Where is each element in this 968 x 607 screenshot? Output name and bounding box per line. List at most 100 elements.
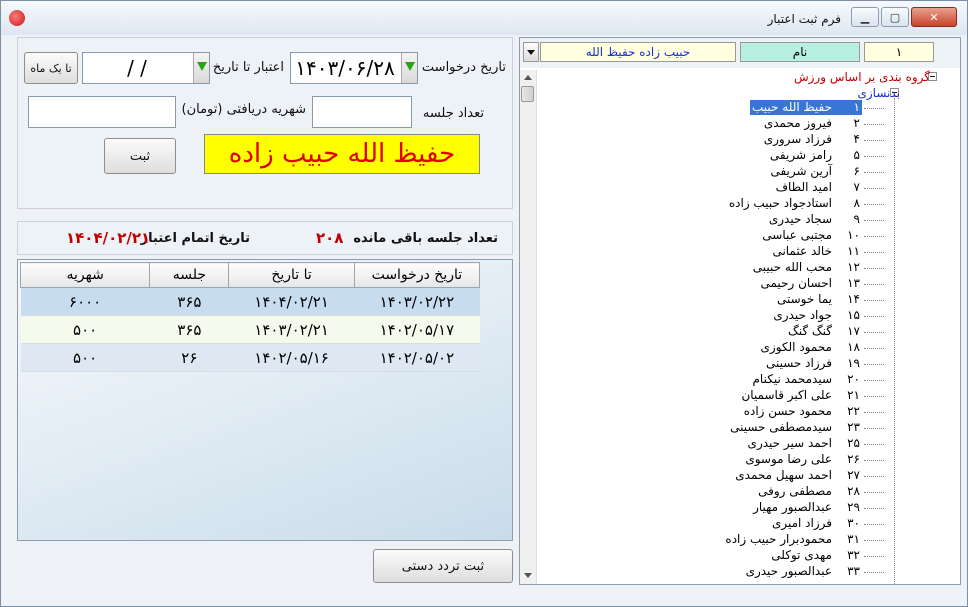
member-name: علی رضا موسوی (745, 452, 832, 466)
member-name: آرین شریفی (770, 164, 832, 178)
member-lookup-bar: حبیب زاده حفیظ الله نام ۱ (520, 38, 960, 68)
tree-member-item[interactable]: ۶ آرین شریفی (560, 164, 884, 180)
member-number: ۹ (853, 212, 860, 226)
tuition-label: شهریه دریافتی (تومان) (181, 102, 306, 117)
member-combo-dropdown-icon[interactable] (523, 42, 539, 62)
column-header-until-date[interactable]: تا تاریخ (228, 262, 355, 288)
tree-member-item[interactable]: ۱۵ جواد حیدری (560, 308, 884, 324)
tree-member-item[interactable]: ۱۱ خالد عثمانی (560, 244, 884, 260)
column-header-tuition[interactable]: شهریه (19, 262, 151, 288)
tree-member-item[interactable]: ۲۹ عبدالصبور مهیار (560, 500, 884, 516)
credit-history-grid: شهریه جلسه تا تاریخ تاریخ درخواست ۶۰۰۰ ۳… (17, 259, 513, 541)
tree-member-item[interactable]: ۲۲ محمود حسن زاده (560, 404, 884, 420)
tree-connector-dots (864, 268, 884, 269)
close-button[interactable]: ✕ (911, 7, 957, 27)
tree-connector-dots (864, 556, 884, 557)
tree-member-item[interactable]: ۲۰ سیدمحمد نیکنام (560, 372, 884, 388)
tree-member-item[interactable]: ۳۰ فرزاد امیری (560, 516, 884, 532)
member-number: ۲۶ (847, 452, 860, 466)
maximize-button[interactable]: ▢ (881, 7, 909, 27)
tree-member-item[interactable]: ۲۱ علی اکبر قاسمیان (560, 388, 884, 404)
tree-member-item[interactable]: ۳۲ مهدی توکلی (560, 548, 884, 564)
member-number: ۱۷ (847, 324, 860, 338)
tree-connector-dots (864, 316, 884, 317)
tree-member-item[interactable]: ۲۶ علی رضا موسوی (560, 452, 884, 468)
member-number: ۳۱ (847, 532, 860, 546)
member-number: ۲۲ (847, 404, 860, 418)
tree-connector-dots (864, 364, 884, 365)
table-row[interactable]: ۵۰۰ ۳۶۵ ۱۴۰۳/۰۲/۲۱ ۱۴۰۲/۰۵/۱۷ (20, 315, 480, 344)
scroll-up-icon[interactable] (520, 70, 536, 86)
tree-member-item[interactable]: ۹ سجاد حیدری (560, 212, 884, 228)
tree-vertical-scrollbar[interactable] (520, 70, 537, 584)
member-number: ۱۵ (847, 308, 860, 322)
member-number: ۲۸ (847, 484, 860, 498)
manual-attendance-button[interactable]: ثبت تردد دستی (373, 549, 513, 583)
table-cell: ۵۰۰ (20, 343, 150, 372)
member-name: فرزاد امیری (771, 516, 832, 530)
member-number: ۸ (853, 196, 860, 210)
submit-button[interactable]: ثبت (104, 138, 176, 174)
tree-member-item[interactable]: ۱۳ احسان رحیمی (560, 276, 884, 292)
request-date-dropdown-icon[interactable] (401, 53, 417, 83)
tree-connector-dots (864, 444, 884, 445)
table-cell: ۱۴۰۲/۰۵/۰۲ (354, 343, 480, 372)
request-date-picker[interactable]: ۱۴۰۳/۰۶/۲۸ (290, 52, 418, 84)
member-number: ۳۳ (847, 564, 860, 578)
one-month-button[interactable]: تا یک ماه (24, 52, 78, 84)
member-id-field[interactable]: ۱ (864, 42, 934, 62)
tuition-input[interactable] (28, 96, 176, 128)
tree-member-item[interactable]: ۴ فرزاد سروری (560, 132, 884, 148)
tree-member-item[interactable]: ۳۳ عبدالصبور حیدری (560, 564, 884, 580)
tree-connector-dots (864, 300, 884, 301)
tree-member-item[interactable]: ۲۸ مصطفی روفی (560, 484, 884, 500)
column-header-sessions[interactable]: جلسه (149, 262, 230, 288)
name-label-field: نام (740, 42, 860, 62)
member-number: ۱۱ (847, 244, 860, 258)
member-name: امید الطاف (775, 180, 832, 194)
member-number: ۲۳ (847, 420, 860, 434)
member-name-field[interactable]: حبیب زاده حفیظ الله (540, 42, 736, 62)
minimize-button[interactable]: ▁ (851, 7, 879, 27)
tree-connector-dots (864, 140, 884, 141)
member-number: ۲۹ (847, 500, 860, 514)
table-cell: ۱۴۰۳/۰۲/۲۱ (228, 315, 355, 344)
tree-member-item[interactable]: ۱۸ محمود الکوزی (560, 340, 884, 356)
tree-member-item[interactable]: ۱۰ مجتبی عباسی (560, 228, 884, 244)
tree-member-item[interactable]: ۸ استادجواد حبیب زاده (560, 196, 884, 212)
scroll-thumb[interactable] (521, 86, 534, 102)
tree-connector-dots (864, 476, 884, 477)
tree-member-item[interactable]: ۲ فیروز محمدی (560, 116, 884, 132)
request-date-label: تاریخ درخواست (421, 60, 506, 75)
member-number: ۱۰ (847, 228, 860, 242)
credit-until-picker[interactable]: / / (82, 52, 210, 84)
sessions-input[interactable] (312, 96, 412, 128)
tree-member-item[interactable]: ۵ رامز شریفی (560, 148, 884, 164)
table-cell: ۲۶ (149, 343, 229, 372)
member-name: فیروز محمدی (763, 116, 832, 130)
tree-root-label[interactable]: گروه بندی بر اساس ورزش (794, 70, 930, 84)
tree-member-item[interactable]: ۳۱ محمودبرار حبیب زاده (560, 532, 884, 548)
credit-history-table: شهریه جلسه تا تاریخ تاریخ درخواست ۶۰۰۰ ۳… (19, 262, 481, 372)
table-row[interactable]: ۶۰۰۰ ۳۶۵ ۱۴۰۴/۰۲/۲۱ ۱۴۰۳/۰۲/۲۲ (20, 287, 480, 316)
table-row[interactable]: ۵۰۰ ۲۶ ۱۴۰۲/۰۵/۱۶ ۱۴۰۲/۰۵/۰۲ (20, 343, 480, 372)
tree-connector-dots (864, 236, 884, 237)
main-window: فرم ثبت اعتبار ▁ ▢ ✕ تاریخ درخواست ۱۴۰۳/… (0, 0, 968, 607)
member-name: رامز شریفی (769, 148, 832, 162)
column-header-request-date[interactable]: تاریخ درخواست (353, 262, 481, 288)
tree-connector-dots (864, 124, 884, 125)
member-name: علی اکبر قاسمیان (741, 388, 832, 402)
tree-member-item[interactable]: ۲۳ سیدمصطفی حسینی (560, 420, 884, 436)
credit-until-dropdown-icon[interactable] (193, 53, 209, 83)
tree-member-item[interactable]: ۱۲ محب الله حبیبی (560, 260, 884, 276)
tree-member-item[interactable]: ۱ حفیظ الله حبیب زاده (560, 100, 884, 116)
tree-member-item[interactable]: ۲۵ احمد سیر حیدری (560, 436, 884, 452)
tree-member-item[interactable]: ۲۷ احمد سهیل محمدی (560, 468, 884, 484)
tree-member-item[interactable]: ۱۴ یما خوستی (560, 292, 884, 308)
tree-member-item[interactable]: ۱۹ فرزاد حسینی (560, 356, 884, 372)
scroll-down-icon[interactable] (520, 568, 536, 584)
member-name: فرزاد حسینی (765, 356, 832, 370)
tree-member-item[interactable]: ۷ امید الطاف (560, 180, 884, 196)
member-name: محب الله حبیبی (752, 260, 832, 274)
tree-member-item[interactable]: ۱۷ گنگ گنگ (560, 324, 884, 340)
